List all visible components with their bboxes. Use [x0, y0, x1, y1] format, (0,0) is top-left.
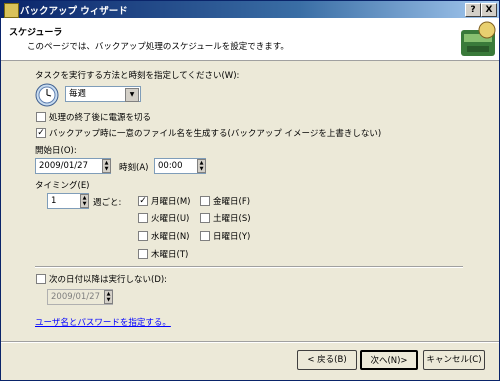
- end-date-spinner[interactable]: ▲ ▼: [104, 290, 113, 304]
- frequency-select[interactable]: 毎週 ▼: [65, 86, 141, 102]
- time-spinner[interactable]: ▲ ▼: [197, 159, 206, 173]
- frequency-value: 毎週: [69, 89, 87, 99]
- time-label: 時刻(A): [119, 163, 149, 173]
- weekly-label: 週ごと:: [93, 198, 122, 208]
- cancel-button[interactable]: キャンセル(C): [423, 350, 485, 370]
- shutdown-label: 処理の終了後に電源を切る: [49, 113, 152, 123]
- back-button[interactable]: < 戻る(B): [297, 350, 357, 370]
- unique-filename-checkbox[interactable]: ✓: [36, 128, 46, 138]
- app-icon: [4, 3, 19, 18]
- tuesday-checkbox[interactable]: [138, 213, 148, 223]
- credentials-link[interactable]: ユーザ名とパスワードを指定する。: [35, 316, 171, 328]
- monday-checkbox[interactable]: ✓: [138, 196, 148, 206]
- next-button[interactable]: 次へ(N)>: [360, 350, 418, 370]
- backup-wizard-window: バックアップ ウィザード ? X スケジューラ このページでは、バックアップ処理…: [0, 0, 500, 381]
- friday-label: 金曜日(F): [213, 197, 251, 207]
- saturday-label: 土曜日(S): [213, 214, 251, 224]
- chevron-down-icon[interactable]: ▼: [125, 88, 139, 102]
- unique-filename-label: バックアップ時に一意のファイル名を生成する(バックアップ イメージを上書きしない…: [49, 129, 382, 139]
- sunday-checkbox[interactable]: [200, 231, 210, 241]
- thursday-checkbox[interactable]: [138, 249, 148, 259]
- method-label: タスクを実行する方法と時刻を指定してください(W):: [35, 71, 240, 81]
- schedule-panel: タスクを実行する方法と時刻を指定してください(W): 毎週 ▼ 処理の終了後に電…: [1, 61, 499, 341]
- wednesday-checkbox[interactable]: [138, 231, 148, 241]
- start-date-spinner[interactable]: ▲ ▼: [102, 159, 111, 173]
- start-date-label: 開始日(O):: [35, 146, 77, 156]
- interval-spinner[interactable]: ▲ ▼: [80, 194, 89, 208]
- help-button[interactable]: ?: [465, 3, 481, 17]
- clock-icon: [35, 83, 59, 107]
- end-date-label: 次の日付以降は実行しない(D):: [49, 275, 168, 285]
- friday-checkbox[interactable]: [200, 196, 210, 206]
- tuesday-label: 火曜日(U): [151, 214, 190, 224]
- divider: [35, 266, 463, 268]
- wizard-header: スケジューラ このページでは、バックアップ処理のスケジュールを設定できます。: [1, 18, 499, 61]
- monday-label: 月曜日(M): [151, 197, 191, 207]
- page-title: スケジューラ: [9, 28, 63, 38]
- close-button[interactable]: X: [481, 3, 497, 17]
- thursday-label: 木曜日(T): [151, 250, 189, 260]
- start-date-field[interactable]: 2009/01/27: [35, 158, 111, 174]
- page-subtitle: このページでは、バックアップ処理のスケジュールを設定できます。: [27, 42, 289, 52]
- title-bar: バックアップ ウィザード ? X: [1, 1, 499, 18]
- shutdown-checkbox[interactable]: [36, 112, 46, 122]
- timing-label: タイミング(E): [35, 181, 90, 191]
- sunday-label: 日曜日(Y): [213, 232, 251, 242]
- window-title: バックアップ ウィザード: [20, 6, 128, 17]
- saturday-checkbox[interactable]: [200, 213, 210, 223]
- wednesday-label: 水曜日(N): [151, 232, 190, 242]
- end-date-checkbox[interactable]: [36, 274, 46, 284]
- footer-divider: [1, 341, 499, 343]
- backup-drive-icon: [461, 21, 496, 56]
